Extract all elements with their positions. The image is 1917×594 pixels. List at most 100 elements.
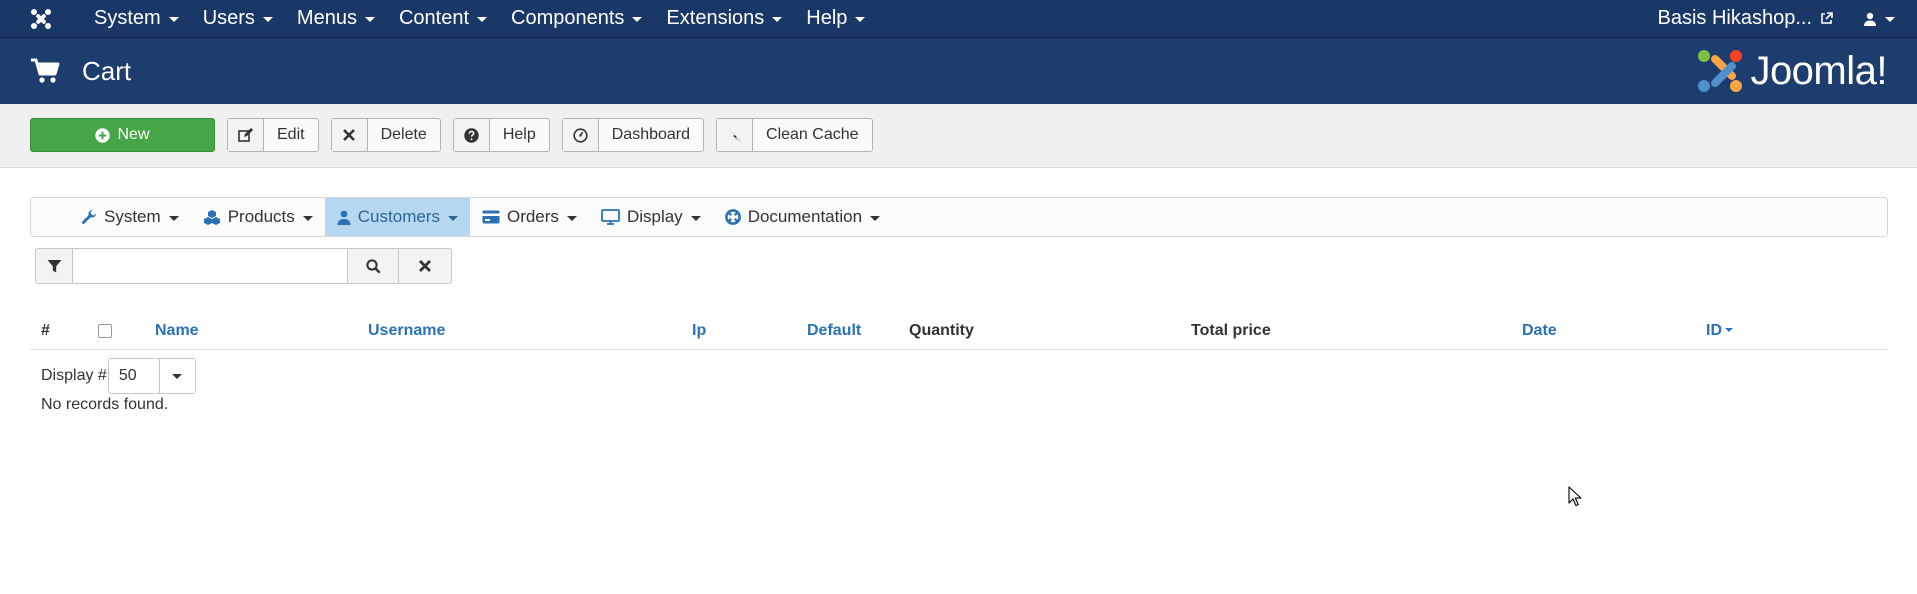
topnav-users-label: Users	[202, 7, 255, 29]
column-id[interactable]: ID	[1706, 312, 1733, 350]
limit-select-value: 50	[118, 367, 137, 384]
monitor-icon	[601, 209, 620, 225]
chevron-down-icon	[302, 215, 313, 221]
new-button[interactable]: New	[30, 118, 215, 152]
submenu-documentation-label: Documentation	[747, 207, 863, 226]
clean-cache-button-label: Clean Cache	[766, 126, 859, 143]
submenu-display-label: Display	[626, 207, 683, 226]
toolbar-band: New Edit Delete Help Dashboard Clean Cac…	[0, 104, 1917, 168]
filter-toggle-button[interactable]	[35, 248, 73, 284]
topnav-extensions[interactable]: Extensions	[654, 0, 794, 38]
submenu-documentation[interactable]: Documentation	[713, 198, 892, 236]
submenu-products[interactable]: Products	[191, 198, 325, 236]
flash-icon	[717, 119, 754, 151]
column-ip[interactable]: Ip	[692, 312, 706, 350]
life-ring-icon	[724, 209, 741, 225]
page-header: Cart Joomla!	[0, 38, 1917, 104]
sort-desc-icon	[1725, 328, 1733, 332]
user-icon	[1864, 12, 1876, 26]
column-id-label: ID	[1706, 322, 1722, 339]
chevron-down-icon	[690, 215, 701, 221]
chevron-down-icon	[262, 17, 273, 22]
submenu-orders-label: Orders	[506, 207, 559, 226]
submenu-products-label: Products	[227, 207, 295, 226]
wrench-icon	[81, 209, 97, 224]
search-input[interactable]	[73, 248, 348, 284]
submenu-system-label: System	[104, 207, 161, 226]
toolbar: New Edit Delete Help Dashboard Clean Cac…	[30, 118, 885, 152]
chevron-down-icon	[566, 215, 577, 221]
close-icon	[331, 119, 368, 151]
display-limit: Display # 50	[41, 358, 196, 394]
joomla-logo-icon[interactable]	[0, 0, 82, 38]
chevron-down-icon	[772, 17, 783, 22]
delete-button-label: Delete	[380, 126, 427, 143]
top-navbar: System Users Menus Content Components Ex…	[0, 0, 1917, 38]
help-button[interactable]: Help	[452, 118, 550, 152]
topnav-system-label: System	[94, 7, 161, 29]
submenu-display[interactable]: Display	[589, 198, 713, 236]
chevron-down-icon	[364, 17, 375, 22]
topnav-menus[interactable]: Menus	[285, 0, 387, 38]
new-button-label: New	[117, 126, 150, 143]
help-button-label: Help	[502, 126, 536, 143]
clear-search-button[interactable]	[399, 248, 452, 284]
page-title: Cart	[82, 55, 132, 86]
edit-icon	[228, 119, 264, 151]
external-link-icon	[1821, 12, 1833, 24]
clean-cache-button[interactable]: Clean Cache	[716, 118, 873, 152]
topnav-users[interactable]: Users	[191, 0, 285, 38]
component-submenu: System Products Customers Orders Display…	[30, 197, 1888, 237]
topnav-components-label: Components	[511, 7, 625, 29]
close-icon	[419, 260, 431, 272]
display-limit-label: Display #	[41, 367, 107, 384]
chevron-down-icon	[632, 17, 643, 22]
joomla-brand-logo-icon	[1698, 50, 1743, 92]
chevron-down-icon	[172, 373, 183, 379]
table-header: # Name Username Ip Default Quantity Tota…	[30, 312, 1888, 350]
submenu-system[interactable]: System	[69, 198, 191, 236]
topnav-content-label: Content	[398, 7, 470, 29]
column-default[interactable]: Default	[807, 312, 861, 350]
user-menu[interactable]	[1847, 12, 1917, 26]
topnav-extensions-label: Extensions	[666, 7, 765, 29]
topnav-content[interactable]: Content	[387, 0, 499, 38]
chevron-down-icon	[1885, 17, 1895, 22]
dashboard-button[interactable]: Dashboard	[561, 118, 705, 152]
delete-button[interactable]: Delete	[330, 118, 441, 152]
edit-button[interactable]: Edit	[227, 118, 319, 152]
submenu-orders[interactable]: Orders	[470, 198, 589, 236]
joomla-brand-text: Joomla!	[1750, 48, 1887, 93]
column-username[interactable]: Username	[368, 312, 445, 350]
topnav-system[interactable]: System	[82, 0, 191, 38]
topnav-components[interactable]: Components	[499, 0, 654, 38]
cubes-icon	[203, 210, 220, 225]
chevron-down-icon	[870, 215, 881, 221]
credit-card-icon	[482, 210, 500, 224]
dashboard-button-label: Dashboard	[611, 126, 691, 143]
user-icon	[337, 210, 351, 225]
chevron-down-icon	[168, 215, 179, 221]
nav-right: Basis Hikashop...	[1643, 0, 1917, 38]
topnav-help[interactable]: Help	[794, 0, 877, 38]
limit-select[interactable]: 50	[107, 358, 196, 394]
column-name[interactable]: Name	[155, 312, 199, 350]
filter-bar	[35, 248, 452, 284]
submenu-customers[interactable]: Customers	[324, 198, 470, 236]
search-icon	[365, 258, 381, 274]
mouse-cursor-icon	[1568, 486, 1582, 507]
select-all-checkbox[interactable]	[98, 324, 112, 338]
column-date[interactable]: Date	[1522, 312, 1557, 350]
site-link[interactable]: Basis Hikashop...	[1643, 7, 1847, 30]
chevron-down-icon	[855, 17, 866, 22]
site-name: Basis Hikashop...	[1657, 7, 1812, 29]
search-button[interactable]	[348, 248, 399, 284]
column-quantity: Quantity	[909, 322, 974, 339]
column-number: #	[41, 322, 50, 339]
dashboard-icon	[562, 119, 599, 151]
select-all-checkbox-cell	[98, 312, 112, 350]
question-circle-icon	[453, 119, 490, 151]
topnav-help-label: Help	[806, 7, 848, 29]
column-total-price: Total price	[1191, 322, 1271, 339]
submenu-customers-label: Customers	[357, 207, 440, 226]
